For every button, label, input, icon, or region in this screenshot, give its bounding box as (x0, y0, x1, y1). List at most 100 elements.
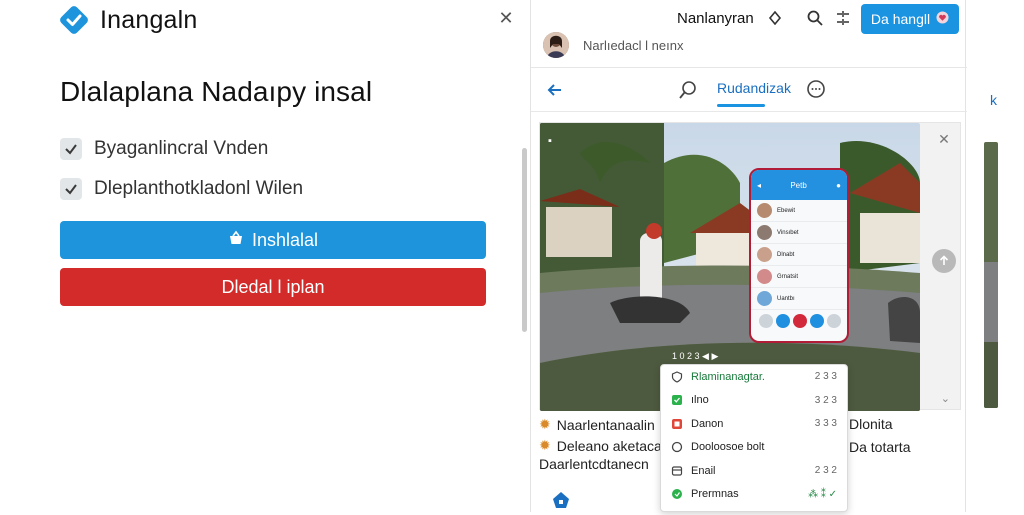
app-title: Inangaln (100, 5, 198, 34)
menu-item[interactable]: Danon 3 3 3 (661, 412, 847, 436)
avatar (757, 247, 772, 262)
menu-item-label: Enail (691, 464, 716, 477)
phone-mockup: ◂ Petb ● Ebewit Vinsıbet Dlnabt Grnatsit… (749, 168, 849, 343)
window-header: Nanlanyran Da hangll Narlıedacl l neınx (531, 0, 967, 68)
box-icon (671, 465, 683, 477)
feed-item[interactable]: Daarlentcdtanecn (539, 456, 649, 472)
menu-item[interactable]: ılno 3 2 3 (661, 389, 847, 413)
feed-item[interactable]: ✹ Naarlentanaalin (539, 416, 655, 433)
back-arrow-icon[interactable] (545, 80, 565, 100)
feed-item-text: Naarlentanaalin (556, 416, 655, 433)
search-icon[interactable] (805, 8, 825, 28)
phone-list-item: Grnatsit (751, 266, 847, 288)
avatar (757, 291, 772, 306)
checkmark-logo-icon (58, 4, 90, 36)
tab-underline (717, 104, 765, 107)
page-heading: Dlalaplana Nadaıpy insal (60, 76, 373, 107)
phone-item-label: Dlnabt (777, 251, 795, 258)
menu-item-value: 2 3 2 (814, 465, 837, 477)
delete-button[interactable]: Dledal l iplan (60, 268, 486, 306)
checklist-label: Byaganlincral Vnden (94, 138, 269, 159)
phone-title: Petb (790, 180, 807, 190)
close-icon[interactable]: ✕ (936, 131, 952, 147)
diamond-icon[interactable] (765, 8, 785, 28)
menu-item[interactable]: Enail 2 3 2 (661, 459, 847, 483)
menu-item-label: Rlaminanagtar. (691, 370, 765, 383)
chevron-down-icon[interactable]: ⌄ (941, 392, 950, 405)
next-card-preview[interactable] (984, 142, 998, 408)
camera-icon: ▪ (548, 135, 552, 147)
feed-item-text: Daarlentcdtanecn (539, 456, 649, 472)
sliders-icon[interactable] (833, 8, 853, 28)
checklist-label: Dleplanthotkladonl Wilen (94, 178, 304, 199)
avatar[interactable] (543, 32, 569, 58)
menu-item-value: 3 3 3 (814, 418, 837, 430)
phone-action-bar (757, 311, 843, 331)
phone-header: ◂ Petb ● (751, 170, 847, 200)
install-button-label: Inshlalal (251, 229, 319, 250)
star-icon: ✹ (539, 437, 551, 453)
menu-item[interactable]: Rlaminanagtar. 2 3 3 (661, 365, 847, 389)
menu-item[interactable]: Prermnas ⁂ ⁑ ✓ (661, 483, 847, 507)
left-panel: Inangaln ✕ Dlalaplana Nadaıpy insal Byag… (0, 0, 528, 512)
phone-item-label: Grnatsit (777, 273, 799, 280)
upload-icon[interactable] (932, 249, 956, 273)
user-name: Nanlanyran (677, 10, 754, 27)
chat-icon[interactable] (805, 79, 827, 101)
menu-item-value: 3 2 3 (814, 394, 837, 406)
phone-dot-icon (810, 314, 825, 328)
menu-item-label: Danon (691, 417, 724, 430)
avatar (757, 269, 772, 284)
phone-dot-icon (792, 314, 807, 328)
feed-item-text: Deleano aketacan (556, 437, 670, 454)
phone-dot-icon (827, 314, 842, 328)
phone-list-item: Ebewit (751, 200, 847, 222)
checkbox[interactable] (60, 138, 82, 160)
install-button[interactable]: Inshlalal (60, 221, 486, 259)
app-header: Inangaln (58, 4, 198, 36)
checkbox[interactable] (60, 178, 82, 200)
menu-item[interactable]: Dooloosoe bolt (661, 436, 847, 460)
delete-button-label: Dledal l iplan (221, 276, 325, 297)
avatar (757, 225, 772, 240)
context-menu: Rlaminanagtar. 2 3 3 ılno 3 2 3 Danon 3 … (660, 364, 848, 512)
side-label: Da totarta (849, 439, 911, 455)
checklist-item[interactable]: Dleplanthotkladonl Wilen (60, 176, 303, 202)
photo-caption: 1 0 2 3 ◀ ▶ (672, 351, 719, 361)
heart-icon (936, 11, 949, 27)
phone-list-item: Uantbı (751, 288, 847, 310)
nav-bar: Rudandizak (531, 68, 967, 112)
menu-item-label: Prermnas (691, 488, 739, 501)
checklist-item[interactable]: Byaganlincral Vnden (60, 136, 268, 162)
tab-active[interactable]: Rudandizak (717, 80, 791, 96)
phone-back-icon: ◂ (757, 180, 762, 190)
phone-item-label: Ebewit (777, 207, 796, 214)
home-icon[interactable] (551, 490, 571, 510)
shield-icon (671, 371, 683, 383)
red-square-icon (671, 418, 683, 430)
circle-icon (671, 441, 683, 453)
phone-dot-icon (758, 314, 773, 328)
strip-label: k (990, 92, 997, 108)
phone-list-item: Vinsıbet (751, 222, 847, 244)
menu-item-value: 2 3 3 (814, 371, 837, 383)
avatar (757, 203, 772, 218)
green-circle-icon (671, 488, 683, 500)
star-icon: ✹ (539, 416, 551, 432)
phone-dot-icon (775, 314, 790, 328)
feed-item[interactable]: ✹ Deleano aketacan (539, 437, 670, 454)
menu-item-label: Dooloosoe bolt (691, 441, 765, 454)
menu-item-value: ⁂ ⁑ ✓ (808, 488, 837, 500)
scrollbar[interactable] (522, 148, 527, 332)
close-icon[interactable]: ✕ (496, 8, 516, 28)
phone-item-label: Uantbı (777, 295, 795, 302)
phone-avatar-icon: ● (836, 180, 841, 190)
share-button-label: Da hangll (870, 11, 931, 27)
share-button[interactable]: Da hangll (861, 4, 959, 34)
phone-item-label: Vinsıbet (777, 229, 799, 236)
green-square-icon (671, 394, 683, 406)
phone-list-item: Dlnabt (751, 244, 847, 266)
search-bubble-icon[interactable] (677, 79, 699, 101)
basket-icon (228, 230, 244, 251)
side-label: Dlonita (849, 416, 893, 432)
